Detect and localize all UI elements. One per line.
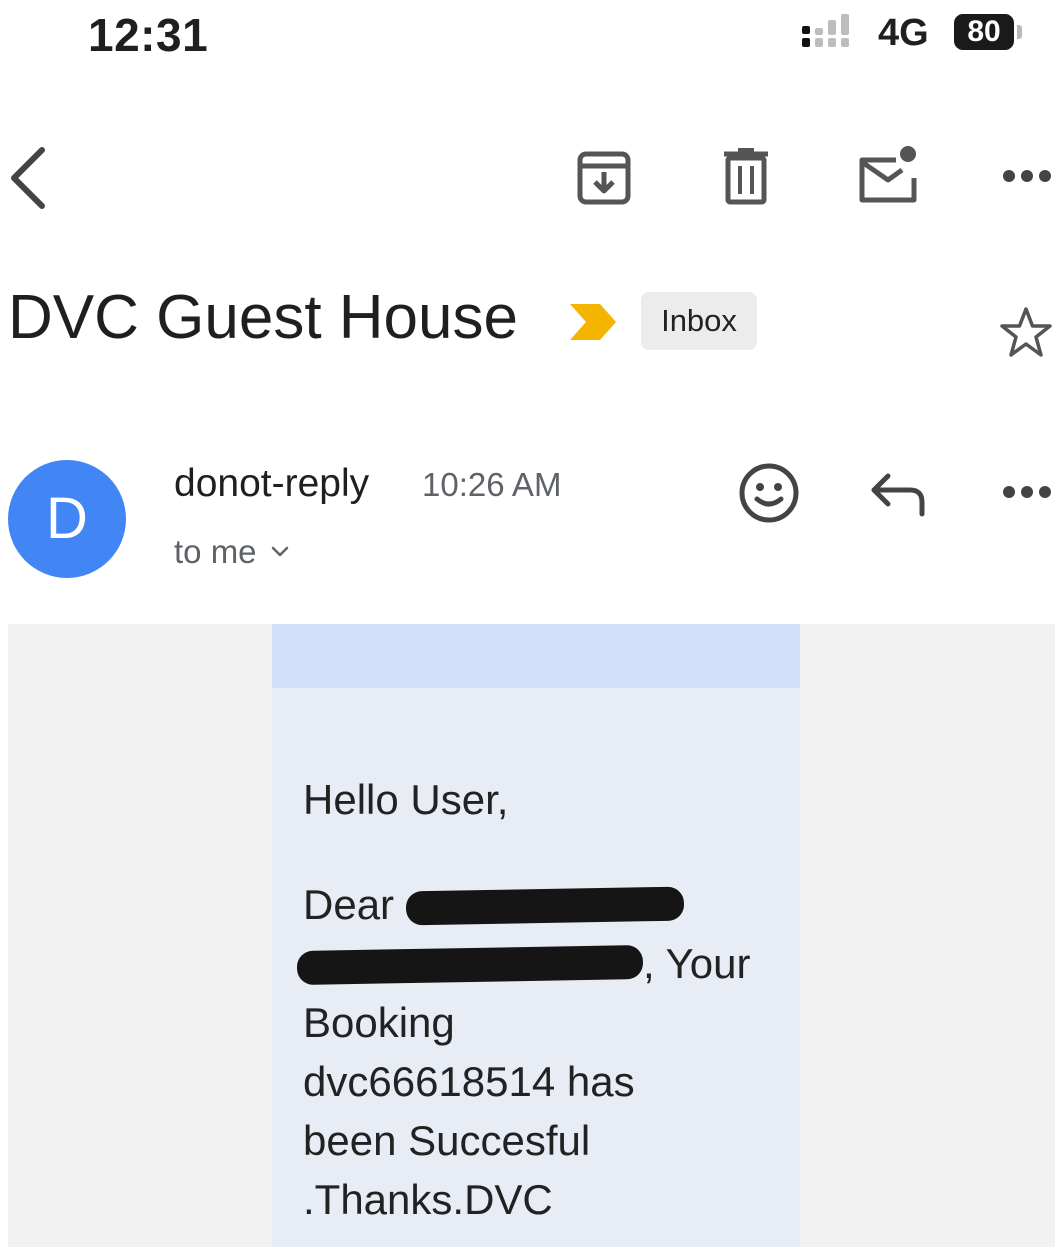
more-horizontal-icon[interactable]	[1002, 164, 1052, 188]
battery-indicator: 80	[954, 12, 1028, 52]
email-content-card: Hello User, Dear , Your Booking dvc66618…	[272, 624, 800, 1247]
thanks-text: .Thanks.DVC	[303, 1176, 553, 1223]
greeting-text: Hello User,	[303, 776, 509, 823]
signal-icon	[802, 14, 849, 47]
recipient-details-toggle[interactable]: to me	[174, 533, 289, 571]
inbox-label-chip[interactable]: Inbox	[641, 292, 757, 350]
importance-marker-icon[interactable]	[568, 302, 618, 342]
your-text: , Your	[643, 940, 751, 987]
network-type: 4G	[878, 12, 929, 54]
redacted-name-scribble	[296, 944, 644, 986]
dear-text: Dear	[303, 881, 395, 928]
status-time: 12:31	[88, 9, 209, 61]
booking-id-text: dvc66618514 has	[303, 1058, 635, 1105]
redacted-name-scribble	[405, 886, 684, 926]
email-subject: DVC Guest House	[8, 283, 518, 352]
email-header-band	[272, 624, 800, 688]
email-message: Hello User, Dear , Your Booking dvc66618…	[296, 770, 773, 1229]
reply-icon[interactable]	[870, 472, 928, 518]
booking-text: Booking	[303, 999, 455, 1046]
star-icon[interactable]	[998, 305, 1054, 361]
avatar[interactable]: D	[8, 460, 126, 578]
message-more-icon[interactable]	[1002, 480, 1052, 504]
mark-unread-icon[interactable]	[856, 144, 920, 206]
back-icon[interactable]	[6, 146, 50, 210]
archive-icon[interactable]	[576, 150, 632, 206]
sender-name[interactable]: donot-reply	[174, 462, 369, 506]
message-paragraph: Dear , Your Booking dvc66618514 has been…	[296, 875, 773, 1229]
recipient-label: to me	[174, 533, 257, 570]
add-reaction-icon[interactable]	[738, 462, 800, 524]
chevron-down-icon	[271, 546, 288, 557]
success-text: been Succesful	[303, 1117, 591, 1164]
battery-level: 80	[954, 14, 1014, 50]
sent-time: 10:26 AM	[422, 466, 562, 503]
trash-icon[interactable]	[720, 148, 772, 206]
battery-tip	[1017, 25, 1022, 39]
